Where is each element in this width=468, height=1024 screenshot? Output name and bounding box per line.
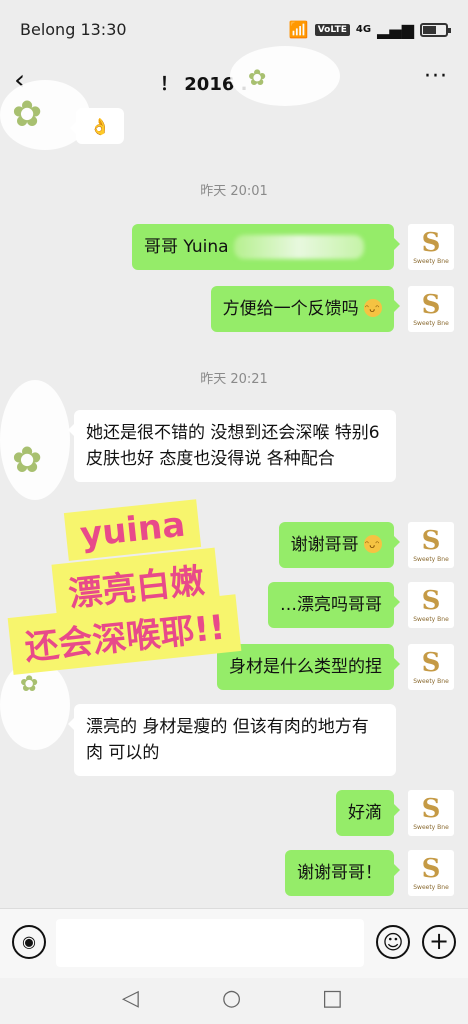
my-avatar[interactable]: S Sweety Bne bbox=[408, 582, 454, 628]
my-avatar[interactable]: S Sweety Bne bbox=[408, 644, 454, 690]
nav-recents-icon[interactable]: □ bbox=[322, 986, 343, 1011]
my-message[interactable]: 好滴 bbox=[336, 790, 400, 836]
battery-icon bbox=[420, 22, 451, 37]
status-bar: Belong 13:30 📶 VoLTE 4G ▂▄▆ bbox=[0, 0, 468, 60]
flower-sticker: ✿ bbox=[248, 66, 267, 91]
nav-back-icon[interactable]: ◁ bbox=[122, 986, 139, 1011]
wifi-icon: 📶 bbox=[288, 20, 309, 39]
status-icons: 📶 VoLTE 4G ▂▄▆ bbox=[288, 20, 451, 39]
my-avatar[interactable]: S Sweety Bne bbox=[408, 522, 454, 568]
input-bar: ◉ ☺ + bbox=[0, 908, 468, 978]
timestamp: 昨天 20:21 bbox=[200, 372, 268, 387]
privacy-blob bbox=[230, 46, 340, 106]
other-message[interactable]: 她还是很不错的 没想到还会深喉 特别6 皮肤也好 态度也没得说 各种配合 bbox=[68, 410, 396, 482]
voice-icon[interactable]: ◉ bbox=[12, 925, 46, 959]
my-message[interactable]: 谢谢哥哥！ bbox=[285, 850, 400, 896]
emoji-icon bbox=[364, 533, 382, 559]
more-icon[interactable]: ··· bbox=[424, 64, 448, 89]
my-avatar[interactable]: S Sweety Bne bbox=[408, 790, 454, 836]
my-message[interactable]: 身材是什么类型的捏 bbox=[217, 644, 400, 690]
my-message[interactable]: 谢谢哥哥 bbox=[278, 522, 401, 568]
chat-area[interactable]: 👌 昨天 20:01 哥哥 Yuina S Sweety Bne 方便给一个反馈… bbox=[0, 104, 468, 908]
network-label: 4G bbox=[355, 24, 372, 35]
carrier-time: Belong 13:30 bbox=[20, 20, 127, 39]
emoji-icon bbox=[364, 297, 382, 323]
my-message[interactable]: 方便给一个反馈吗 bbox=[210, 286, 401, 332]
signal-icon: ▂▄▆ bbox=[377, 20, 414, 39]
my-avatar[interactable]: S Sweety Bne bbox=[408, 286, 454, 332]
message-input[interactable] bbox=[56, 919, 364, 967]
other-message[interactable]: 漂亮的 身材是瘦的 但该有肉的地方有肉 可以的 bbox=[68, 704, 396, 776]
my-avatar[interactable]: S Sweety Bne bbox=[408, 850, 454, 896]
my-avatar[interactable]: S Sweety Bne bbox=[408, 224, 454, 270]
timestamp: 昨天 20:01 bbox=[200, 184, 268, 199]
add-icon[interactable]: + bbox=[422, 925, 456, 959]
my-message[interactable]: 哥哥 Yuina bbox=[132, 224, 400, 270]
system-nav-bar: ◁ ○ □ bbox=[0, 978, 468, 1024]
volte-badge: VoLTE bbox=[314, 23, 350, 36]
my-message[interactable]: …漂亮吗哥哥 bbox=[268, 582, 400, 628]
nav-home-icon[interactable]: ○ bbox=[222, 986, 241, 1011]
blurred-text bbox=[233, 235, 364, 259]
sticker-bubble: 👌 bbox=[70, 108, 124, 144]
emoji-picker-icon[interactable]: ☺ bbox=[376, 925, 410, 959]
